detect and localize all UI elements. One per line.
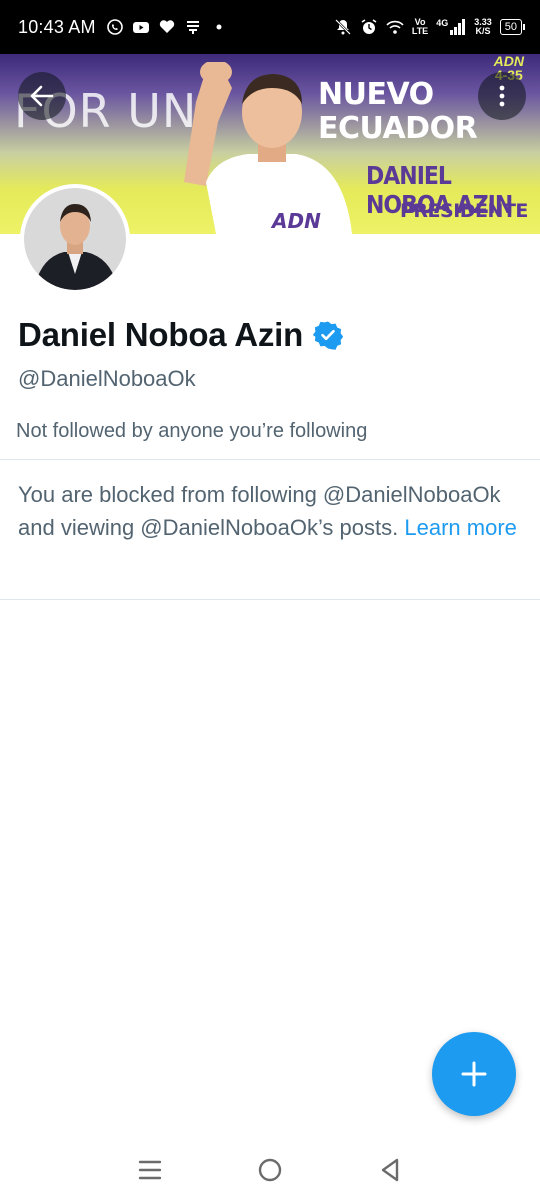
- dot-icon: [210, 18, 228, 36]
- shirt-logo: ADN: [270, 209, 321, 233]
- profile-name: Daniel Noboa Azin: [18, 316, 304, 353]
- banner-slogan-right: NUEVO ECUADOR: [318, 77, 478, 146]
- divider: [0, 599, 540, 600]
- recents-button[interactable]: [130, 1150, 170, 1190]
- corner-logo-text: ADN: [493, 54, 524, 69]
- signal-group: 4G: [436, 19, 466, 35]
- profile-name-row: Daniel Noboa Azin: [18, 316, 344, 354]
- divider: [0, 459, 540, 460]
- speed-unit: K/S: [475, 26, 491, 36]
- youtube-icon: [132, 18, 150, 36]
- followed-by-text: Not followed by anyone you’re following: [16, 420, 368, 442]
- inbox-icon: [184, 18, 202, 36]
- network-type-label: 4G: [436, 18, 449, 28]
- system-navigation-bar: [0, 1140, 540, 1200]
- banner-candidate-role: PRESIDENTE: [400, 200, 528, 222]
- blocked-notice: You are blocked from following @DanielNo…: [18, 478, 518, 544]
- avatar-photo: [24, 188, 126, 290]
- status-time: 10:43 AM: [18, 16, 96, 37]
- heart-icon: [158, 18, 176, 36]
- volte-bottom: LTE: [411, 26, 429, 36]
- learn-more-link[interactable]: Learn more: [404, 515, 517, 540]
- banner-slogan-line1: NUEVO: [318, 77, 434, 112]
- profile-handle: @DanielNoboaOk: [18, 366, 196, 391]
- compose-button[interactable]: [432, 1032, 516, 1116]
- circle-home-icon: [258, 1158, 282, 1182]
- alarm-icon: [360, 18, 378, 36]
- signal-bars-icon: [450, 19, 466, 35]
- triangle-back-icon: [381, 1158, 399, 1182]
- more-vertical-icon: [499, 85, 505, 107]
- arrow-left-icon: [30, 85, 54, 107]
- home-button[interactable]: [250, 1150, 290, 1190]
- banner-slogan-line2: ECUADOR: [318, 111, 478, 146]
- verified-badge-icon[interactable]: [313, 320, 344, 350]
- more-options-button[interactable]: [478, 72, 526, 120]
- plus-icon: [461, 1061, 487, 1087]
- notification-icons: [106, 18, 228, 36]
- battery-indicator: 50: [499, 19, 526, 35]
- back-nav-button[interactable]: [370, 1150, 410, 1190]
- system-status-icons: Vo LTE 4G 3.33 K/S 50: [334, 18, 526, 36]
- mute-bell-icon: [334, 18, 352, 36]
- whatsapp-icon: [106, 18, 124, 36]
- menu-lines-icon: [138, 1160, 162, 1180]
- volte-label: Vo LTE: [412, 18, 428, 36]
- back-button[interactable]: [18, 72, 66, 120]
- status-bar: 10:43 AM Vo LTE 4G 3.33 K/S 50: [0, 0, 540, 54]
- profile-avatar[interactable]: [20, 184, 130, 294]
- wifi-icon: [386, 18, 404, 36]
- network-speed: 3.33 K/S: [474, 18, 492, 36]
